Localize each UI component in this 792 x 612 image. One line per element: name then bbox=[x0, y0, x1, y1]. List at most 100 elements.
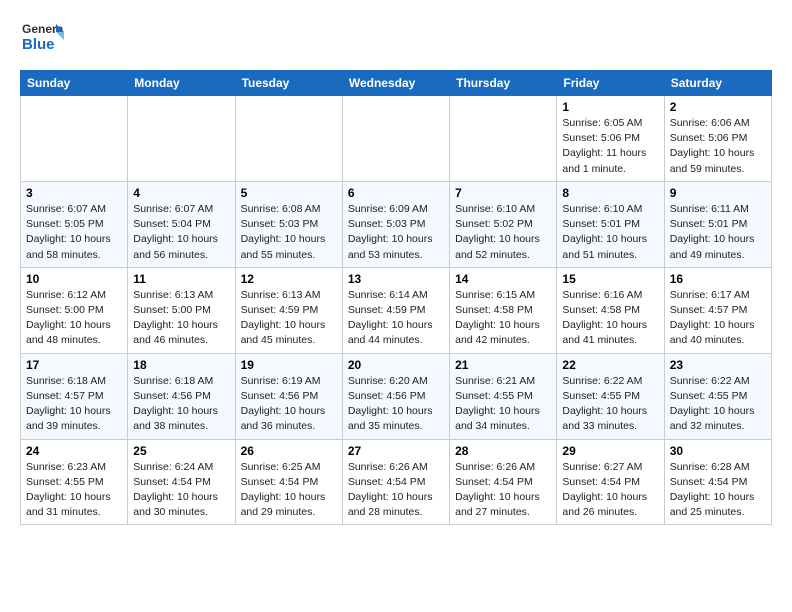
calendar-cell: 12Sunrise: 6:13 AMSunset: 4:59 PMDayligh… bbox=[235, 267, 342, 353]
day-number: 2 bbox=[670, 100, 766, 114]
page: General Blue SundayMondayTuesdayWednesda… bbox=[0, 0, 792, 541]
calendar-cell: 26Sunrise: 6:25 AMSunset: 4:54 PMDayligh… bbox=[235, 439, 342, 525]
calendar-day-header: Tuesday bbox=[235, 71, 342, 96]
day-info: Sunrise: 6:09 AMSunset: 5:03 PMDaylight:… bbox=[348, 202, 444, 263]
calendar-week-row: 17 Sunrise: 6:18 AMSunset: 4:57 PMDayligh… bbox=[21, 353, 772, 439]
day-info: Sunrise: 6:14 AMSunset: 4:59 PMDaylight:… bbox=[348, 288, 444, 349]
calendar-cell: 18Sunrise: 6:18 AMSunset: 4:56 PMDayligh… bbox=[128, 353, 235, 439]
calendar-cell bbox=[21, 96, 128, 182]
calendar-cell: 17 Sunrise: 6:18 AMSunset: 4:57 PMDayligh… bbox=[21, 353, 128, 439]
calendar-day-header: Friday bbox=[557, 71, 664, 96]
calendar-cell: 22 Sunrise: 6:22 AMSunset: 4:55 PMDayligh… bbox=[557, 353, 664, 439]
calendar-day-header: Wednesday bbox=[342, 71, 449, 96]
day-info: Sunrise: 6:15 AMSunset: 4:58 PMDaylight:… bbox=[455, 288, 551, 349]
day-info: Sunrise: 6:16 AMSunset: 4:58 PMDaylight:… bbox=[562, 288, 658, 349]
day-number: 4 bbox=[133, 186, 229, 200]
calendar-cell: 10 Sunrise: 6:12 AMSunset: 5:00 PMDayligh… bbox=[21, 267, 128, 353]
day-number: 16 bbox=[670, 272, 766, 286]
day-number: 14 bbox=[455, 272, 551, 286]
day-number: 15 bbox=[562, 272, 658, 286]
day-info: Sunrise: 6:21 AMSunset: 4:55 PMDaylight:… bbox=[455, 374, 551, 435]
calendar-cell: 5 Sunrise: 6:08 AMSunset: 5:03 PMDaylight… bbox=[235, 181, 342, 267]
day-info: Sunrise: 6:22 AMSunset: 4:55 PMDaylight:… bbox=[670, 374, 766, 435]
day-info: Sunrise: 6:22 AMSunset: 4:55 PMDaylight:… bbox=[562, 374, 658, 435]
day-number: 3 bbox=[26, 186, 122, 200]
day-info: Sunrise: 6:17 AMSunset: 4:57 PMDaylight:… bbox=[670, 288, 766, 349]
day-number: 25 bbox=[133, 444, 229, 458]
day-number: 7 bbox=[455, 186, 551, 200]
calendar-cell: 4 Sunrise: 6:07 AMSunset: 5:04 PMDaylight… bbox=[128, 181, 235, 267]
day-number: 30 bbox=[670, 444, 766, 458]
calendar-cell: 30 Sunrise: 6:28 AMSunset: 4:54 PMDayligh… bbox=[664, 439, 771, 525]
calendar-cell bbox=[450, 96, 557, 182]
calendar-cell: 29 Sunrise: 6:27 AMSunset: 4:54 PMDayligh… bbox=[557, 439, 664, 525]
calendar-week-row: 10 Sunrise: 6:12 AMSunset: 5:00 PMDayligh… bbox=[21, 267, 772, 353]
calendar-day-header: Saturday bbox=[664, 71, 771, 96]
day-info: Sunrise: 6:20 AMSunset: 4:56 PMDaylight:… bbox=[348, 374, 444, 435]
calendar-cell: 25Sunrise: 6:24 AMSunset: 4:54 PMDayligh… bbox=[128, 439, 235, 525]
day-info: Sunrise: 6:10 AMSunset: 5:02 PMDaylight:… bbox=[455, 202, 551, 263]
day-info: Sunrise: 6:11 AMSunset: 5:01 PMDaylight:… bbox=[670, 202, 766, 263]
calendar-cell: 3 Sunrise: 6:07 AMSunset: 5:05 PMDaylight… bbox=[21, 181, 128, 267]
calendar-cell: 28Sunrise: 6:26 AMSunset: 4:54 PMDayligh… bbox=[450, 439, 557, 525]
day-number: 29 bbox=[562, 444, 658, 458]
calendar-cell: 11 Sunrise: 6:13 AMSunset: 5:00 PMDayligh… bbox=[128, 267, 235, 353]
calendar-cell: 13 Sunrise: 6:14 AMSunset: 4:59 PMDayligh… bbox=[342, 267, 449, 353]
day-number: 11 bbox=[133, 272, 229, 286]
day-number: 27 bbox=[348, 444, 444, 458]
calendar-cell: 19Sunrise: 6:19 AMSunset: 4:56 PMDayligh… bbox=[235, 353, 342, 439]
day-number: 17 bbox=[26, 358, 122, 372]
calendar-cell: 21Sunrise: 6:21 AMSunset: 4:55 PMDayligh… bbox=[450, 353, 557, 439]
day-number: 6 bbox=[348, 186, 444, 200]
day-info: Sunrise: 6:13 AMSunset: 5:00 PMDaylight:… bbox=[133, 288, 229, 349]
day-info: Sunrise: 6:08 AMSunset: 5:03 PMDaylight:… bbox=[241, 202, 337, 263]
logo-svg: General Blue bbox=[20, 16, 64, 60]
calendar-day-header: Monday bbox=[128, 71, 235, 96]
day-info: Sunrise: 6:13 AMSunset: 4:59 PMDaylight:… bbox=[241, 288, 337, 349]
calendar-cell: 2Sunrise: 6:06 AMSunset: 5:06 PMDaylight… bbox=[664, 96, 771, 182]
calendar-cell: 8 Sunrise: 6:10 AMSunset: 5:01 PMDaylight… bbox=[557, 181, 664, 267]
day-info: Sunrise: 6:26 AMSunset: 4:54 PMDaylight:… bbox=[348, 460, 444, 521]
day-info: Sunrise: 6:10 AMSunset: 5:01 PMDaylight:… bbox=[562, 202, 658, 263]
logo: General Blue bbox=[20, 16, 64, 60]
calendar-cell: 16 Sunrise: 6:17 AMSunset: 4:57 PMDayligh… bbox=[664, 267, 771, 353]
day-info: Sunrise: 6:27 AMSunset: 4:54 PMDaylight:… bbox=[562, 460, 658, 521]
calendar-cell: 20Sunrise: 6:20 AMSunset: 4:56 PMDayligh… bbox=[342, 353, 449, 439]
calendar-cell: 24 Sunrise: 6:23 AMSunset: 4:55 PMDayligh… bbox=[21, 439, 128, 525]
header: General Blue bbox=[20, 16, 772, 60]
day-info: Sunrise: 6:25 AMSunset: 4:54 PMDaylight:… bbox=[241, 460, 337, 521]
calendar-cell bbox=[128, 96, 235, 182]
calendar-day-header: Sunday bbox=[21, 71, 128, 96]
day-number: 1 bbox=[562, 100, 658, 114]
calendar-cell: 6 Sunrise: 6:09 AMSunset: 5:03 PMDaylight… bbox=[342, 181, 449, 267]
calendar-cell: 7 Sunrise: 6:10 AMSunset: 5:02 PMDaylight… bbox=[450, 181, 557, 267]
day-number: 8 bbox=[562, 186, 658, 200]
day-info: Sunrise: 6:18 AMSunset: 4:56 PMDaylight:… bbox=[133, 374, 229, 435]
day-info: Sunrise: 6:07 AMSunset: 5:04 PMDaylight:… bbox=[133, 202, 229, 263]
day-number: 13 bbox=[348, 272, 444, 286]
calendar-cell: 27 Sunrise: 6:26 AMSunset: 4:54 PMDayligh… bbox=[342, 439, 449, 525]
day-number: 24 bbox=[26, 444, 122, 458]
day-info: Sunrise: 6:28 AMSunset: 4:54 PMDaylight:… bbox=[670, 460, 766, 521]
day-number: 5 bbox=[241, 186, 337, 200]
day-info: Sunrise: 6:12 AMSunset: 5:00 PMDaylight:… bbox=[26, 288, 122, 349]
calendar-cell: 1Sunrise: 6:05 AMSunset: 5:06 PMDaylight… bbox=[557, 96, 664, 182]
calendar-week-row: 1Sunrise: 6:05 AMSunset: 5:06 PMDaylight… bbox=[21, 96, 772, 182]
day-info: Sunrise: 6:18 AMSunset: 4:57 PMDaylight:… bbox=[26, 374, 122, 435]
day-number: 22 bbox=[562, 358, 658, 372]
calendar-cell bbox=[342, 96, 449, 182]
calendar-cell: 15 Sunrise: 6:16 AMSunset: 4:58 PMDayligh… bbox=[557, 267, 664, 353]
calendar-day-header: Thursday bbox=[450, 71, 557, 96]
day-number: 19 bbox=[241, 358, 337, 372]
calendar-week-row: 3 Sunrise: 6:07 AMSunset: 5:05 PMDaylight… bbox=[21, 181, 772, 267]
day-info: Sunrise: 6:07 AMSunset: 5:05 PMDaylight:… bbox=[26, 202, 122, 263]
day-number: 10 bbox=[26, 272, 122, 286]
calendar-cell: 14 Sunrise: 6:15 AMSunset: 4:58 PMDayligh… bbox=[450, 267, 557, 353]
calendar-cell: 23Sunrise: 6:22 AMSunset: 4:55 PMDayligh… bbox=[664, 353, 771, 439]
calendar-cell: 9 Sunrise: 6:11 AMSunset: 5:01 PMDaylight… bbox=[664, 181, 771, 267]
svg-text:Blue: Blue bbox=[22, 36, 55, 53]
calendar-header-row: SundayMondayTuesdayWednesdayThursdayFrid… bbox=[21, 71, 772, 96]
calendar-week-row: 24 Sunrise: 6:23 AMSunset: 4:55 PMDayligh… bbox=[21, 439, 772, 525]
day-number: 9 bbox=[670, 186, 766, 200]
day-info: Sunrise: 6:23 AMSunset: 4:55 PMDaylight:… bbox=[26, 460, 122, 521]
